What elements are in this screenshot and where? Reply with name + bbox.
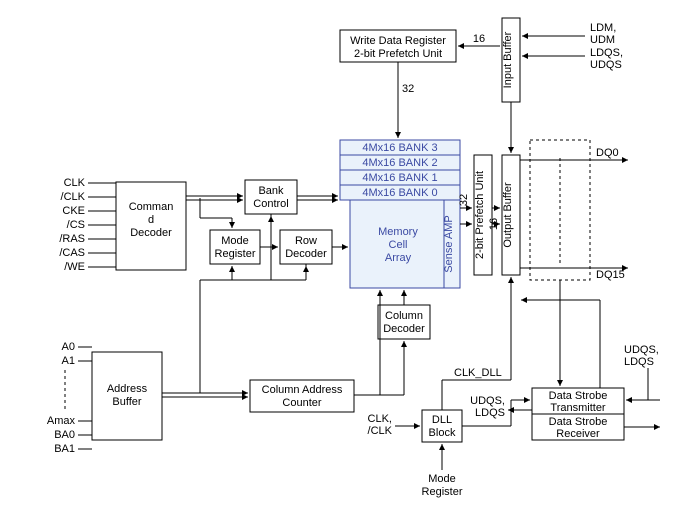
- svg-text:Cell: Cell: [389, 239, 408, 251]
- svg-text:Block: Block: [429, 427, 456, 439]
- command-decoder: [116, 182, 186, 270]
- svg-text:Data Strobe: Data Strobe: [549, 390, 608, 402]
- svg-text:DLL: DLL: [432, 414, 452, 426]
- svg-text:4Mx16 BANK 2: 4Mx16 BANK 2: [362, 157, 437, 169]
- svg-text:Register: Register: [215, 248, 256, 260]
- svg-text:/CLK: /CLK: [368, 425, 393, 437]
- svg-text:Mode: Mode: [221, 235, 249, 247]
- svg-text:32: 32: [402, 83, 414, 95]
- svg-text:Bank: Bank: [258, 185, 284, 197]
- svg-text:Input Buffer: Input Buffer: [502, 31, 514, 88]
- svg-text:/CAS: /CAS: [59, 247, 85, 259]
- svg-text:Memory: Memory: [378, 226, 418, 238]
- svg-text:Amax: Amax: [47, 415, 76, 427]
- svg-text:2-bit Prefetch Unit: 2-bit Prefetch Unit: [474, 171, 486, 259]
- svg-text:Decoder: Decoder: [383, 323, 425, 335]
- svg-text:Decoder: Decoder: [285, 248, 327, 260]
- svg-text:4Mx16 BANK 0: 4Mx16 BANK 0: [362, 187, 437, 199]
- svg-text:BA1: BA1: [54, 443, 75, 455]
- svg-text:Decoder: Decoder: [130, 227, 172, 239]
- svg-text:16: 16: [473, 33, 485, 45]
- svg-text:UDM: UDM: [590, 34, 615, 46]
- svg-text:LDM,: LDM,: [590, 22, 616, 34]
- svg-text:Row: Row: [295, 235, 317, 247]
- svg-text:32: 32: [458, 194, 470, 206]
- svg-text:d: d: [148, 214, 154, 226]
- svg-text:LDQS: LDQS: [475, 407, 505, 419]
- svg-text:Array: Array: [385, 252, 412, 264]
- svg-text:UDQS,: UDQS,: [470, 395, 505, 407]
- svg-text:Column Address: Column Address: [262, 384, 343, 396]
- svg-text:Mode: Mode: [428, 473, 456, 485]
- svg-text:UDQS: UDQS: [590, 59, 622, 71]
- svg-text:16: 16: [488, 218, 500, 230]
- svg-text:Data Strobe: Data Strobe: [549, 416, 608, 428]
- svg-text:4Mx16 BANK 1: 4Mx16 BANK 1: [362, 172, 437, 184]
- svg-text:Register: Register: [422, 486, 463, 498]
- svg-text:/CLK: /CLK: [61, 191, 86, 203]
- address-signals: A0 A1 Amax BA0 BA1: [47, 341, 92, 455]
- command-decoder-label: Comman: [129, 201, 174, 213]
- block-diagram: Comman d Decoder CLK /CLK CKE /CS /RAS /…: [0, 0, 681, 511]
- svg-text:CLK: CLK: [64, 177, 86, 189]
- svg-text:Output Buffer: Output Buffer: [502, 182, 514, 248]
- memory-banks: 4Mx16 BANK 3 4Mx16 BANK 2 4Mx16 BANK 1 4…: [340, 140, 460, 200]
- svg-text:Receiver: Receiver: [556, 428, 600, 440]
- svg-text:LDQS,: LDQS,: [590, 47, 623, 59]
- svg-text:/CS: /CS: [67, 219, 85, 231]
- svg-text:UDQS,: UDQS,: [624, 344, 659, 356]
- svg-text:Column: Column: [385, 310, 423, 322]
- svg-text:Control: Control: [253, 198, 288, 210]
- svg-text:CKE: CKE: [62, 205, 85, 217]
- svg-text:A0: A0: [62, 341, 75, 353]
- svg-text:DQ15: DQ15: [596, 269, 625, 281]
- svg-text:CLK,: CLK,: [368, 413, 392, 425]
- svg-text:Write Data Register: Write Data Register: [350, 35, 446, 47]
- svg-text:DQ0: DQ0: [596, 147, 619, 159]
- svg-text:BA0: BA0: [54, 429, 75, 441]
- svg-text:/RAS: /RAS: [59, 233, 85, 245]
- command-signals: CLK /CLK CKE /CS /RAS /CAS /WE: [59, 177, 116, 273]
- svg-text:4Mx16 BANK 3: 4Mx16 BANK 3: [362, 142, 437, 154]
- svg-text:LDQS: LDQS: [624, 356, 654, 368]
- svg-text:Transmitter: Transmitter: [550, 402, 606, 414]
- svg-text:Address: Address: [107, 383, 148, 395]
- svg-text:/WE: /WE: [64, 261, 85, 273]
- svg-text:2-bit Prefetch Unit: 2-bit Prefetch Unit: [354, 48, 442, 60]
- svg-text:Counter: Counter: [282, 397, 321, 409]
- svg-text:CLK_DLL: CLK_DLL: [454, 367, 502, 379]
- svg-text:Sense AMP: Sense AMP: [443, 215, 455, 272]
- svg-text:A1: A1: [62, 355, 75, 367]
- svg-text:Buffer: Buffer: [112, 396, 141, 408]
